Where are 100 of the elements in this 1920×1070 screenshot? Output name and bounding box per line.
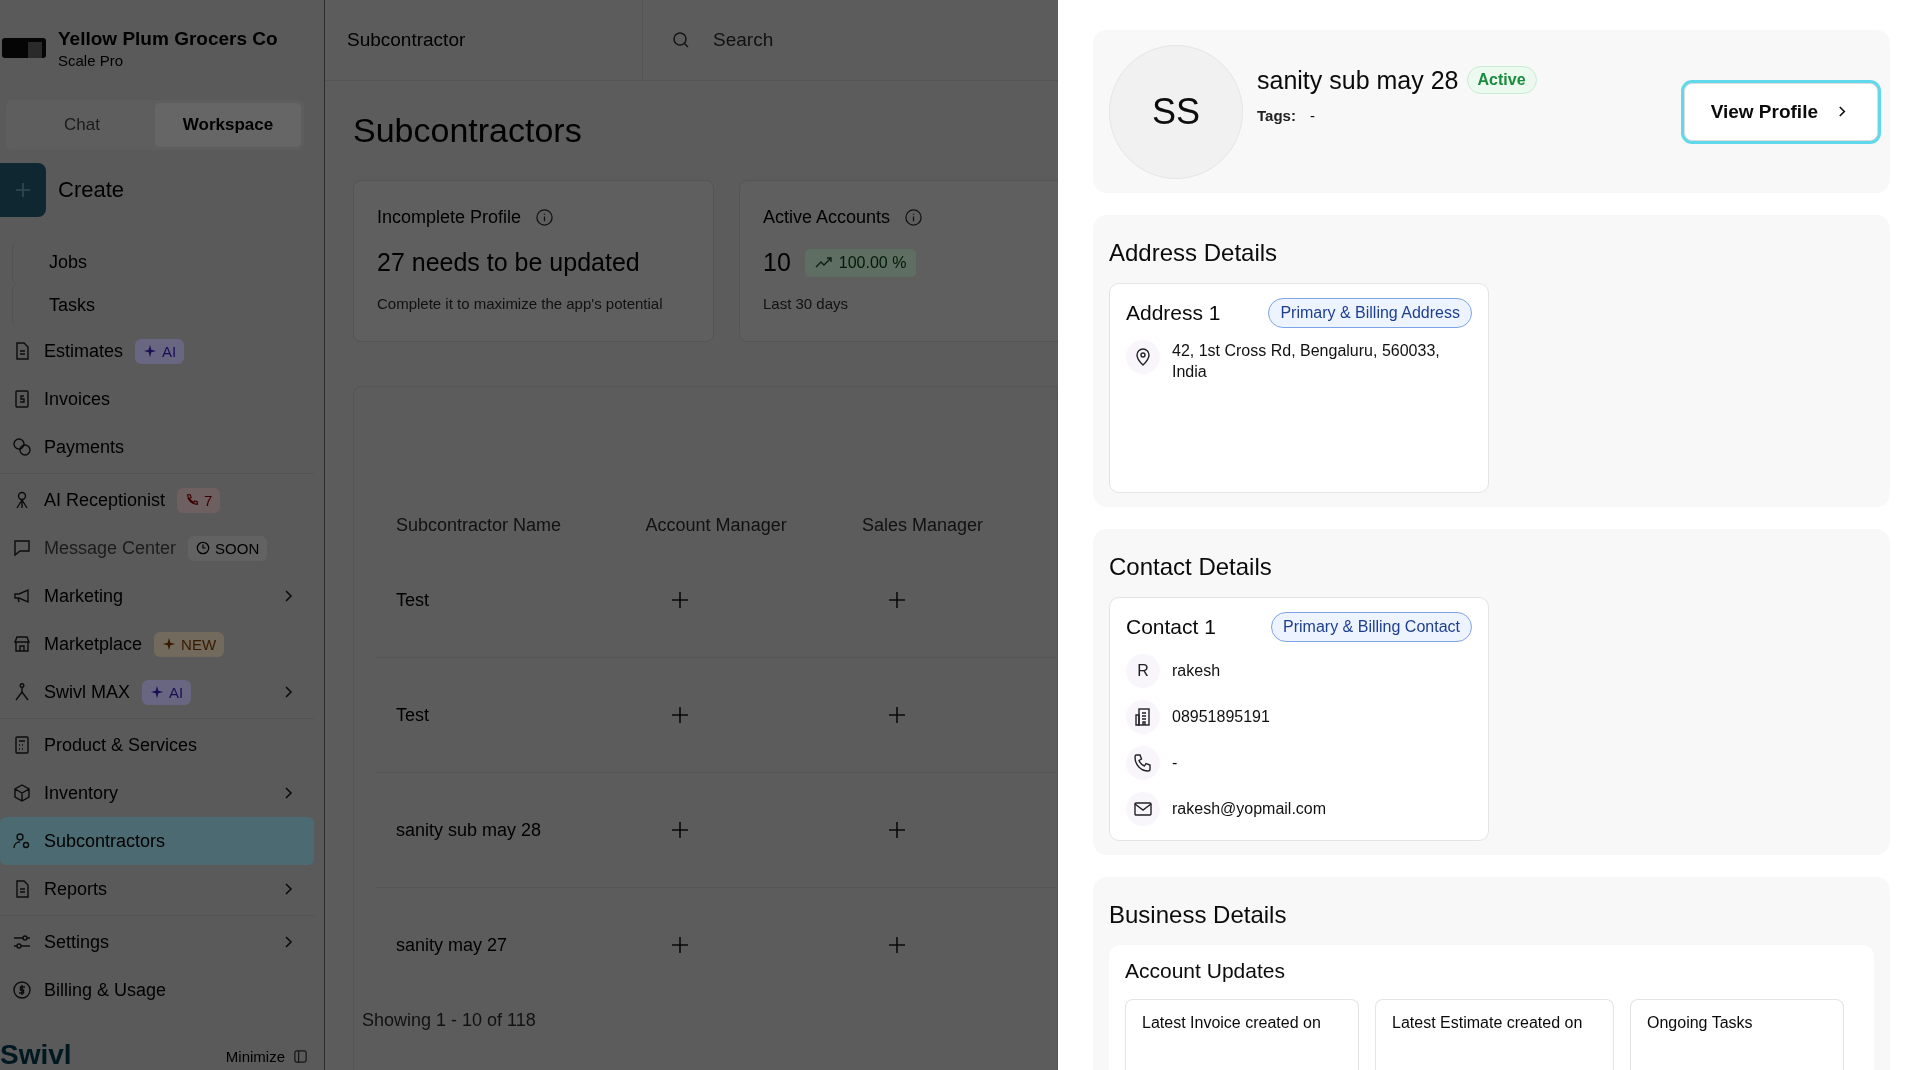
chevron-right-icon bbox=[1838, 105, 1847, 118]
box-icon bbox=[12, 783, 32, 803]
stat-caption: Complete it to maximize the app's potential bbox=[377, 295, 664, 312]
address-text: 42, 1st Cross Rd, Bengaluru, 560033, India bbox=[1172, 341, 1441, 382]
page-breadcrumb: Subcontractor bbox=[325, 0, 643, 80]
table-cell-text: sanity may 27 bbox=[396, 934, 509, 956]
phone-icon bbox=[1133, 753, 1153, 773]
column-header: Subcontractor Name bbox=[396, 514, 563, 536]
plus-icon bbox=[670, 820, 691, 840]
tile-title: Latest Estimate created on bbox=[1392, 1014, 1583, 1031]
chevron-right-icon bbox=[284, 882, 294, 896]
nav-item[interactable]: Marketing bbox=[0, 572, 314, 620]
create-button[interactable]: Create bbox=[0, 163, 125, 217]
badge: 7 bbox=[177, 487, 221, 513]
section-title: Contact Details bbox=[1109, 553, 1273, 581]
column-header: Sales Manager bbox=[862, 514, 985, 536]
location-pin-icon bbox=[1133, 347, 1153, 367]
nav-item[interactable]: Marketplace NEW bbox=[0, 620, 314, 668]
badge: AI bbox=[135, 338, 185, 364]
nav-item[interactable]: Inventory bbox=[0, 769, 314, 817]
badge: SOON bbox=[188, 535, 268, 561]
search-icon bbox=[671, 30, 691, 50]
brand-logo: Swivl bbox=[0, 1040, 72, 1070]
nav-item[interactable]: Subcontractors bbox=[0, 817, 314, 865]
nav-item[interactable]: Reports bbox=[0, 865, 314, 913]
dollar-icon bbox=[12, 980, 32, 1000]
phone-icon bbox=[185, 493, 200, 507]
stat-caption: Last 30 days bbox=[763, 295, 850, 312]
view-profile-button[interactable]: View Profile bbox=[1683, 82, 1878, 141]
contact-detail: - bbox=[1172, 753, 1178, 772]
search-field[interactable]: Search bbox=[711, 28, 1015, 52]
contact-type-badge: Primary & Billing Contact bbox=[1271, 612, 1472, 642]
nav-item[interactable]: Payments bbox=[0, 423, 314, 471]
section-title: Business Details bbox=[1109, 901, 1288, 929]
people-icon bbox=[12, 831, 32, 851]
sliders-icon bbox=[12, 932, 32, 952]
plus-icon bbox=[670, 590, 691, 610]
nav-item[interactable]: Settings bbox=[0, 918, 314, 966]
card-title: Account Updates bbox=[1125, 959, 1286, 983]
nav-item[interactable]: Swivl MAX AI bbox=[0, 668, 314, 716]
badge: NEW bbox=[154, 631, 225, 657]
tab[interactable]: Chat bbox=[9, 103, 155, 147]
avatar: SS bbox=[1109, 44, 1243, 179]
plus-icon bbox=[886, 590, 907, 610]
tile-title: Latest Invoice created on bbox=[1142, 1014, 1321, 1031]
chat-icon bbox=[12, 538, 32, 558]
tags-value: - bbox=[1309, 106, 1315, 124]
tab[interactable]: Workspace bbox=[155, 103, 301, 147]
company-name: Yellow Plum Grocers Co bbox=[58, 27, 278, 50]
building-icon bbox=[1133, 707, 1153, 727]
pagination-summary: Showing 1 - 10 of 118 bbox=[362, 1010, 537, 1031]
trend-badge: 100.00 % bbox=[804, 248, 917, 277]
status-badge: Active bbox=[1466, 66, 1537, 94]
badge: AI bbox=[142, 679, 192, 705]
nav-item[interactable]: Billing & Usage bbox=[0, 966, 314, 1014]
mail-icon bbox=[1133, 799, 1153, 819]
nav-item[interactable]: Product & Services bbox=[0, 721, 314, 769]
sparkle-icon bbox=[150, 685, 164, 699]
plan-name: Scale Pro bbox=[58, 51, 125, 69]
tile-title: Ongoing Tasks bbox=[1647, 1014, 1753, 1031]
store-icon bbox=[12, 634, 32, 654]
table-cell-text: Test bbox=[396, 589, 430, 611]
nav-item[interactable]: Jobs bbox=[12, 241, 314, 284]
initial-avatar: R bbox=[1126, 654, 1160, 688]
card-title: Address 1 bbox=[1126, 301, 1221, 325]
page-title: Subcontractors bbox=[353, 111, 583, 150]
table-cell-text: Test bbox=[396, 704, 430, 726]
plus-icon bbox=[886, 820, 907, 840]
nav-item[interactable]: Invoices bbox=[0, 375, 314, 423]
chevron-right-icon bbox=[284, 786, 294, 800]
subcontractor-name: sanity sub may 28 bbox=[1257, 65, 1459, 95]
nav-item[interactable]: Tasks bbox=[12, 284, 314, 327]
coins-icon bbox=[12, 437, 32, 457]
invoice-icon bbox=[12, 389, 32, 409]
contact-detail: rakesh bbox=[1172, 661, 1221, 680]
minimize-button[interactable]: Minimize bbox=[225, 1048, 308, 1070]
chevron-right-icon bbox=[284, 685, 294, 699]
plus-icon bbox=[13, 180, 33, 200]
chevron-right-icon bbox=[284, 589, 294, 603]
column-header: Account Manager bbox=[645, 514, 788, 536]
info-icon bbox=[535, 208, 555, 227]
sidebar-icon bbox=[293, 1049, 308, 1064]
info-icon bbox=[904, 208, 924, 227]
address-type-badge: Primary & Billing Address bbox=[1268, 298, 1472, 328]
nav-item[interactable]: AI Receptionist 7 bbox=[0, 476, 314, 524]
stat-value: 27 needs to be updated bbox=[377, 248, 640, 277]
stat-value: 10 bbox=[763, 248, 791, 277]
plus-icon bbox=[886, 705, 907, 725]
stat-title: Active Accounts bbox=[763, 207, 891, 228]
contact-detail: rakesh@yopmail.com bbox=[1172, 799, 1327, 818]
chevron-right-icon bbox=[284, 935, 294, 949]
card-title: Contact 1 bbox=[1126, 615, 1216, 639]
nav-item[interactable]: Estimates AI bbox=[0, 327, 314, 375]
stat-title: Incomplete Profile bbox=[377, 207, 522, 228]
megaphone-icon bbox=[12, 586, 32, 606]
calc-icon bbox=[12, 735, 32, 755]
trend-up-icon bbox=[814, 256, 833, 269]
plus-icon bbox=[670, 935, 691, 955]
plus-icon bbox=[886, 935, 907, 955]
plus-icon bbox=[670, 705, 691, 725]
